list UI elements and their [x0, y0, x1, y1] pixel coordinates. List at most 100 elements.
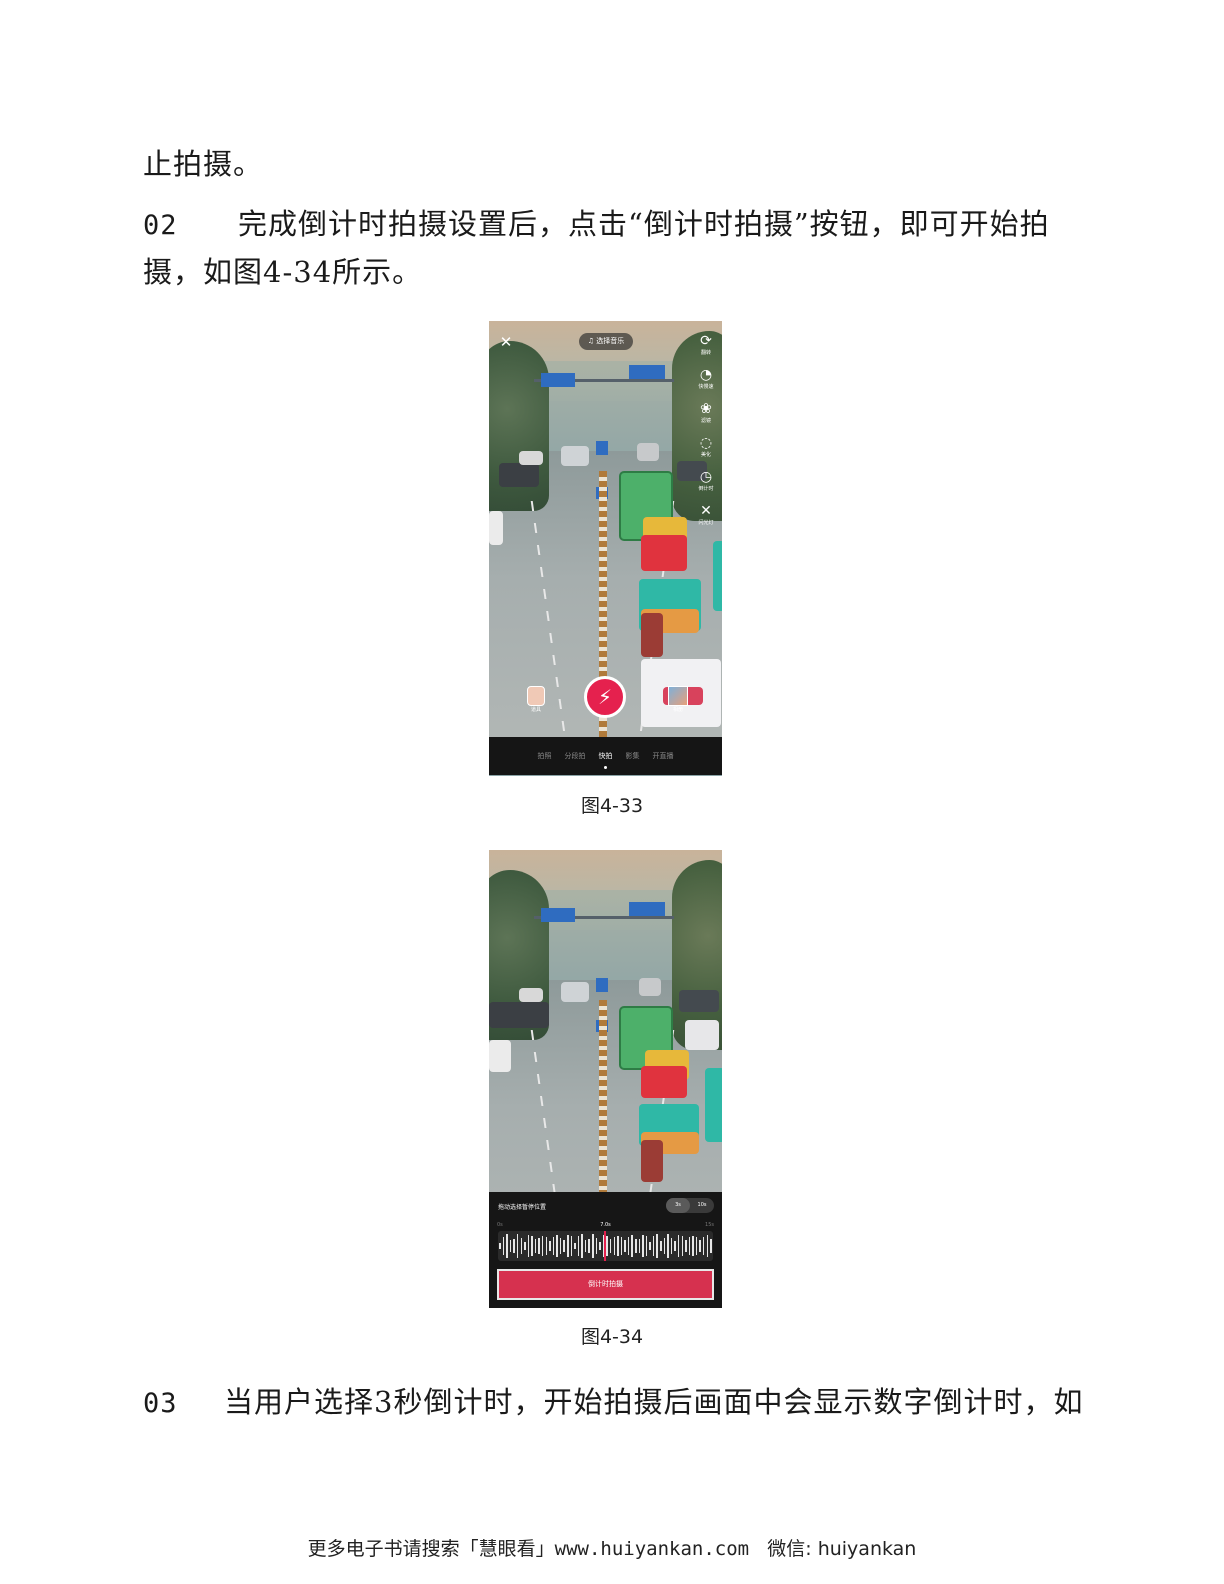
waveform-bar [692, 1236, 694, 1256]
timeline-end-label: 15s [705, 1222, 714, 1228]
waveform-bar [563, 1239, 565, 1253]
waveform-bar [549, 1240, 551, 1252]
figure-4-34-screenshot: 拖动选择暂停位置 3s 10s 0s 7.0s 15s 倒计时拍摄 [489, 850, 722, 1308]
mode-quick[interactable]: 快拍 [599, 737, 613, 775]
waveform-bar [699, 1240, 701, 1252]
duration-10s-option[interactable]: 10s [690, 1198, 714, 1213]
waveform-bar [656, 1234, 658, 1258]
waveform-bar [556, 1235, 558, 1257]
shutter-button[interactable]: ⚡ [584, 676, 626, 718]
flash-tool[interactable]: ✕ 闪光灯 [693, 503, 719, 537]
countdown-duration-toggle[interactable]: 3s 10s [666, 1198, 714, 1213]
waveform-bar [606, 1236, 608, 1256]
lightning-icon: ⚡ [597, 685, 613, 709]
waveform-bar [620, 1236, 623, 1256]
footer-prefix: 更多电子书请搜索「慧眼看」 [307, 1538, 555, 1560]
waveform-bar [631, 1235, 633, 1257]
waveform-bar [541, 1236, 544, 1256]
waveform-bar [627, 1237, 630, 1255]
waveform-bar [667, 1234, 669, 1258]
mode-photo[interactable]: 拍照 [538, 737, 552, 775]
waveform-bar [674, 1241, 676, 1251]
countdown-tool[interactable]: ◷ 倒计时 [693, 469, 719, 503]
figure-4-33-screenshot: ✕ ♫ 选择音乐 ⟳ 翻转 ◔ 快慢速 ❀ 滤镜 ◌ 美化 ◷ 倒计时 ✕ 闪光灯 道具 ⚡… [489, 321, 722, 776]
continuation-text: 止拍摄。 [143, 147, 264, 181]
pause-position-handle[interactable] [604, 1231, 606, 1261]
waveform-bar [577, 1236, 580, 1256]
filter-tool[interactable]: ❀ 滤镜 [693, 401, 719, 435]
waveform-bar [516, 1234, 519, 1258]
waveform-bar [706, 1235, 709, 1257]
waveform-bar [552, 1237, 555, 1255]
waveform-bar [609, 1239, 612, 1253]
timer-icon: ◷ [699, 469, 713, 485]
waveform-bar [567, 1235, 569, 1257]
figure-caption-4-33: 图4-33 [580, 795, 644, 817]
waveform-bar [638, 1239, 641, 1253]
waveform-bar [545, 1236, 548, 1256]
step-03-paragraph: 03 当用户选择3秒倒计时，开始拍摄后画面中会显示数字倒计时，如 [143, 1379, 1103, 1427]
mode-album[interactable]: 影集 [626, 737, 640, 775]
waveform-bar [509, 1240, 512, 1252]
waveform-bar [649, 1242, 651, 1250]
waveform-bar [635, 1238, 637, 1254]
waveform-bar [670, 1238, 673, 1254]
waveform-bar [677, 1235, 680, 1257]
waveform-bar [685, 1239, 687, 1253]
speed-tool[interactable]: ◔ 快慢速 [693, 367, 719, 401]
waveform-bar [581, 1234, 583, 1258]
step-text-line1: 完成倒计时拍摄设置后，点击“倒计时拍摄”按钮，即可开始拍 [238, 207, 1050, 241]
mode-bar: 拍照 分段拍 快拍 影集 开直播 [489, 737, 722, 775]
waveform-bar [599, 1241, 601, 1251]
waveform-bar [520, 1237, 522, 1255]
waveform-bar [652, 1236, 655, 1256]
flip-camera-tool[interactable]: ⟳ 翻转 [693, 333, 719, 367]
album-button[interactable]: 相册 [665, 686, 691, 718]
filter-icon: ❀ [700, 401, 712, 417]
waveform-bar [570, 1235, 573, 1257]
audio-waveform-slider[interactable] [498, 1231, 713, 1261]
waveform-bar [574, 1242, 576, 1250]
waveform-bar [588, 1238, 590, 1254]
waveform-bar [688, 1237, 691, 1255]
countdown-panel: 拖动选择暂停位置 3s 10s 0s 7.0s 15s 倒计时拍摄 [489, 1192, 722, 1308]
beautify-icon: ◌ [699, 435, 713, 451]
waveform-bar [660, 1240, 662, 1252]
waveform-bar [584, 1240, 587, 1252]
panel-title: 拖动选择暂停位置 [498, 1204, 547, 1211]
waveform-bar [613, 1237, 616, 1255]
waveform-bar [513, 1238, 515, 1254]
waveform-bar [499, 1243, 501, 1249]
step-number: 02 [143, 210, 178, 241]
waveform-bar [702, 1236, 705, 1256]
waveform-bar [527, 1235, 530, 1257]
waveform-bar [531, 1236, 533, 1256]
waveform-bar [524, 1241, 526, 1251]
footer-url[interactable]: www.huiyankan.com [555, 1538, 749, 1560]
step-text-line2: 摄，如图4-34所示。 [143, 255, 423, 289]
waveform-bar [617, 1236, 619, 1256]
waveform-bar [642, 1235, 644, 1257]
duration-3s-option[interactable]: 3s [666, 1198, 690, 1213]
figure-caption-4-34: 图4-34 [580, 1326, 644, 1348]
speed-icon: ◔ [699, 367, 713, 383]
countdown-shoot-button[interactable]: 倒计时拍摄 [497, 1269, 714, 1300]
side-toolbar: ⟳ 翻转 ◔ 快慢速 ❀ 滤镜 ◌ 美化 ◷ 倒计时 ✕ 闪光灯 [693, 333, 719, 537]
paragraph-continuation: 止拍摄。 [143, 141, 1103, 187]
waveform-bar [624, 1240, 626, 1252]
beautify-tool[interactable]: ◌ 美化 [693, 435, 719, 469]
close-icon[interactable]: ✕ [498, 333, 514, 351]
waveform-bar [681, 1236, 684, 1256]
waveform-bar [559, 1238, 562, 1254]
step-02-paragraph: 02 完成倒计时拍摄设置后，点击“倒计时拍摄”按钮，即可开始拍 摄，如图4-34所… [143, 201, 1103, 295]
waveform-bar [663, 1238, 666, 1254]
effects-button[interactable]: 道具 [525, 686, 547, 716]
waveform-bar [645, 1235, 648, 1257]
mode-live[interactable]: 开直播 [653, 737, 674, 775]
mode-segment[interactable]: 分段拍 [565, 737, 586, 775]
waveform-bar [506, 1234, 508, 1258]
album-thumbnail [668, 686, 688, 706]
step-text: 当用户选择3秒倒计时，开始拍摄后画面中会显示数字倒计时，如 [224, 1385, 1084, 1419]
waveform-bar [592, 1234, 594, 1258]
select-music-button[interactable]: ♫ 选择音乐 [579, 333, 633, 350]
